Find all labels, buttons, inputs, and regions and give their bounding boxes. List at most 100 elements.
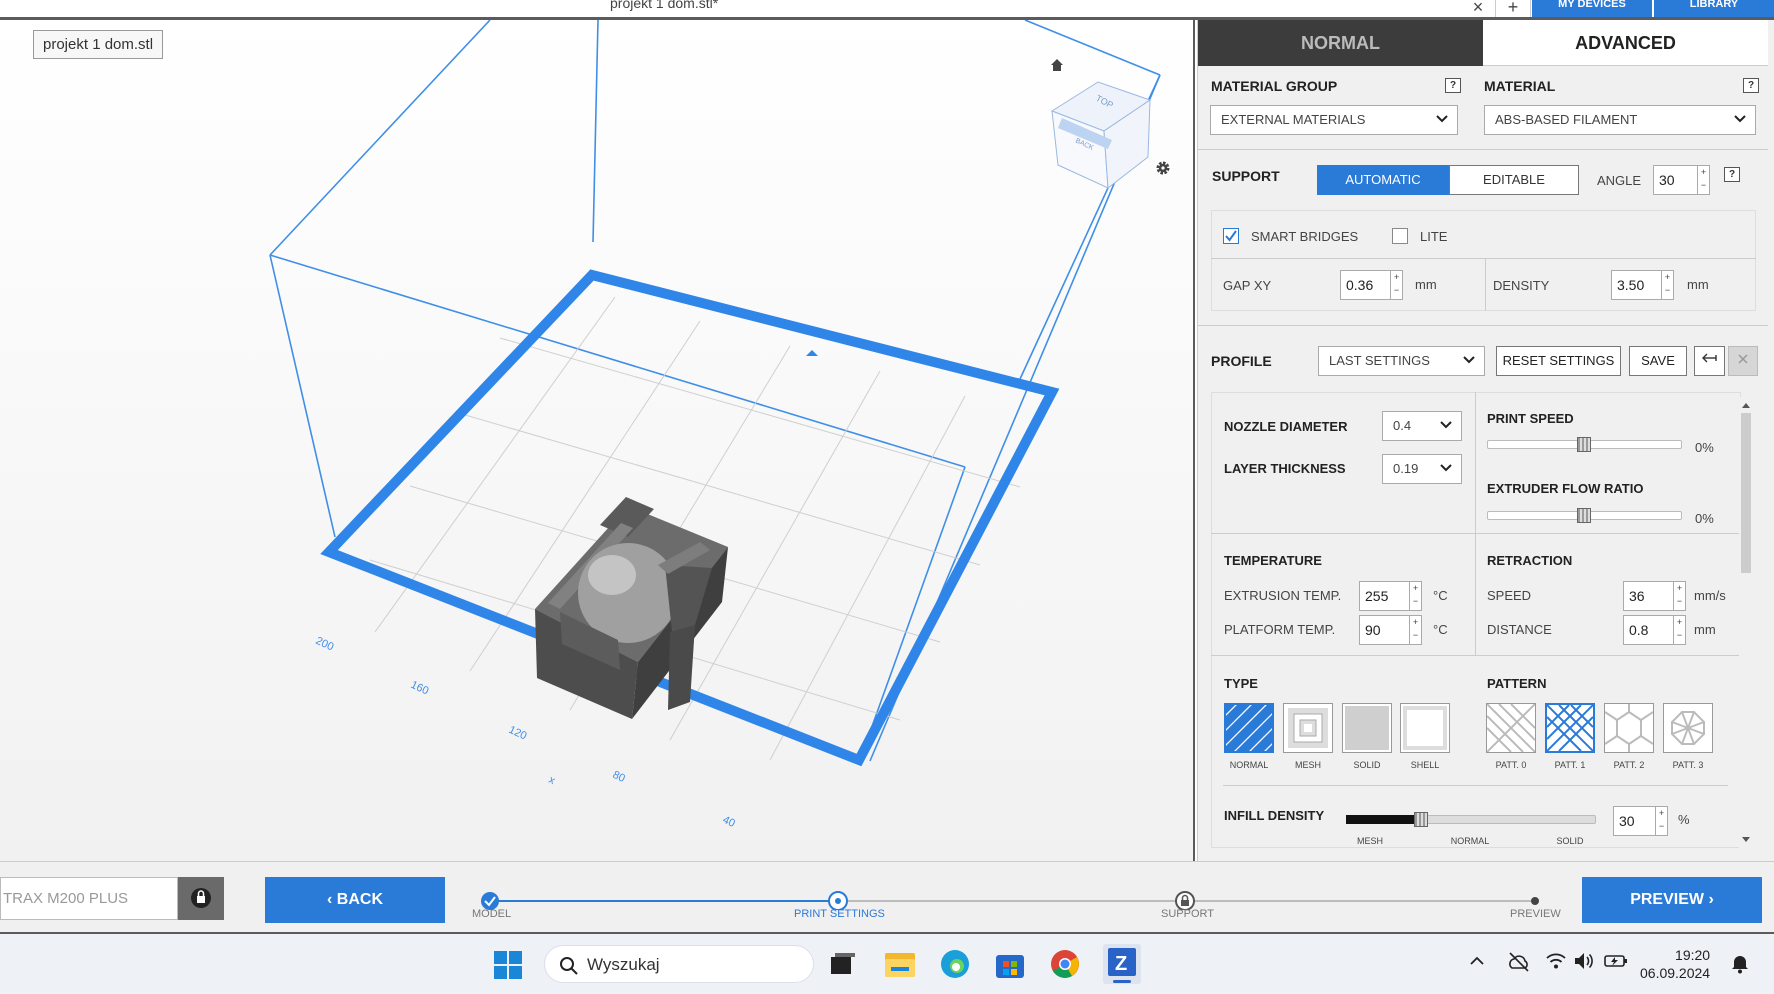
preview-button[interactable]: PREVIEW › xyxy=(1582,877,1762,923)
system-clock[interactable]: 19:20 06.09.2024 xyxy=(1640,946,1710,982)
lite-checkbox[interactable] xyxy=(1392,228,1408,244)
material-group-value: EXTERNAL MATERIALS xyxy=(1221,112,1366,127)
scrollbar-thumb[interactable] xyxy=(1741,413,1751,573)
retraction-distance-stepper[interactable]: + − xyxy=(1673,616,1685,644)
step-print-settings-label[interactable]: PRINT SETTINGS xyxy=(794,908,885,920)
file-name-label: projekt 1 dom.stl xyxy=(33,30,164,59)
build-volume-scene[interactable]: 200 160 120 x 80 40 TOP BACK xyxy=(0,20,1195,861)
home-icon[interactable] xyxy=(1050,58,1064,72)
help-icon[interactable]: ? xyxy=(1743,78,1759,93)
view-cube[interactable]: TOP BACK xyxy=(1050,81,1152,189)
material-value: ABS-BASED FILAMENT xyxy=(1495,112,1638,127)
extrusion-temp-stepper[interactable]: + − xyxy=(1409,582,1421,610)
notification-bell-icon[interactable] xyxy=(1730,952,1750,974)
scroll-down-icon[interactable] xyxy=(1739,835,1753,845)
taskbar-search[interactable]: Wyszukaj xyxy=(544,945,814,983)
smart-bridges-checkbox[interactable] xyxy=(1223,228,1239,244)
windows-start-icon[interactable] xyxy=(493,950,523,980)
task-view-icon[interactable] xyxy=(827,948,859,980)
type-solid-tile[interactable] xyxy=(1342,703,1392,753)
nav-my-devices[interactable]: MY DEVICES xyxy=(1532,0,1652,17)
retraction-speed-stepper[interactable]: + − xyxy=(1673,582,1685,610)
extrusion-temp-value: 255 xyxy=(1365,588,1389,604)
scroll-up-icon[interactable] xyxy=(1739,400,1753,410)
nav-library[interactable]: LIBRARY xyxy=(1654,0,1774,17)
back-button[interactable]: ‹ BACK xyxy=(265,877,445,923)
layer-thickness-select[interactable]: 0.19 xyxy=(1382,454,1462,484)
pattern-3-label: PATT. 3 xyxy=(1672,760,1704,770)
extruder-flow-slider-thumb[interactable] xyxy=(1577,508,1591,523)
battery-charging-icon[interactable] xyxy=(1603,950,1629,972)
gap-xy-unit: mm xyxy=(1415,277,1437,292)
retraction-distance-input[interactable]: 0.8 + − xyxy=(1623,615,1686,645)
lock-device-button[interactable] xyxy=(178,877,224,920)
edge-browser-icon[interactable] xyxy=(938,947,972,981)
zortrax-z-suite-icon[interactable]: Z xyxy=(1103,944,1141,984)
infill-density-thumb[interactable] xyxy=(1414,812,1428,827)
material-select[interactable]: ABS-BASED FILAMENT xyxy=(1484,105,1756,135)
infill-density-stepper[interactable]: + − xyxy=(1655,807,1667,835)
support-editable-button[interactable]: EDITABLE xyxy=(1449,165,1579,195)
infill-mark-mesh: MESH xyxy=(1356,836,1383,846)
add-tab-button[interactable]: + xyxy=(1495,0,1531,17)
help-icon[interactable]: ? xyxy=(1445,78,1461,93)
reset-settings-button[interactable]: RESET SETTINGS xyxy=(1496,346,1621,376)
file-explorer-icon[interactable] xyxy=(883,947,917,981)
material-group-select[interactable]: EXTERNAL MATERIALS xyxy=(1210,105,1458,135)
delete-profile-button[interactable] xyxy=(1728,346,1758,376)
close-icon xyxy=(1738,354,1748,364)
import-profile-button[interactable] xyxy=(1694,346,1725,376)
chevron-left-icon: ‹ xyxy=(327,891,337,908)
wifi-icon[interactable] xyxy=(1545,950,1567,972)
angle-stepper[interactable]: + − xyxy=(1697,166,1709,194)
type-shell-tile[interactable] xyxy=(1400,703,1450,753)
print-speed-slider-thumb[interactable] xyxy=(1577,437,1591,452)
microsoft-store-icon[interactable] xyxy=(993,947,1027,981)
extrusion-temp-label: EXTRUSION TEMP. xyxy=(1224,588,1342,603)
close-tab-button[interactable]: × xyxy=(1461,0,1495,17)
platform-temp-stepper[interactable]: + − xyxy=(1409,616,1421,644)
type-mesh-tile[interactable] xyxy=(1283,703,1333,753)
extrusion-temp-input[interactable]: 255 + − xyxy=(1359,581,1422,611)
pattern-0-tile[interactable] xyxy=(1486,703,1536,753)
density-input[interactable]: 3.50 + − xyxy=(1611,270,1674,300)
gap-xy-stepper[interactable]: + − xyxy=(1390,271,1402,299)
printed-model[interactable] xyxy=(535,497,728,719)
density-stepper[interactable]: + − xyxy=(1661,271,1673,299)
angle-input[interactable]: 30 + − xyxy=(1653,165,1710,195)
pattern-3-tile[interactable] xyxy=(1663,703,1713,753)
pattern-1-tile[interactable] xyxy=(1545,703,1595,753)
show-hidden-icons-chevron[interactable] xyxy=(1470,956,1484,966)
chrome-browser-icon[interactable] xyxy=(1048,947,1082,981)
search-icon xyxy=(560,957,578,975)
pattern-2-tile[interactable] xyxy=(1604,703,1654,753)
retraction-speed-input[interactable]: 36 + − xyxy=(1623,581,1686,611)
step-preview-label[interactable]: PREVIEW xyxy=(1510,908,1561,920)
step-model-label[interactable]: MODEL xyxy=(472,908,511,920)
settings-scrollbar[interactable] xyxy=(1739,397,1753,848)
nozzle-diameter-select[interactable]: 0.4 xyxy=(1382,411,1462,441)
profile-select[interactable]: LAST SETTINGS xyxy=(1318,346,1485,376)
3d-viewport[interactable]: 200 160 120 x 80 40 TOP BACK projekt 1 d… xyxy=(0,20,1195,861)
gap-xy-label: GAP XY xyxy=(1223,278,1272,293)
type-normal-tile[interactable] xyxy=(1220,699,1277,756)
gap-xy-input[interactable]: 0.36 + − xyxy=(1340,270,1403,300)
tab-advanced[interactable]: ADVANCED xyxy=(1483,20,1768,66)
device-name-field[interactable]: TRAX M200 PLUS xyxy=(0,877,178,920)
step-preview-dot[interactable] xyxy=(1531,897,1539,905)
onedrive-offline-icon[interactable] xyxy=(1507,950,1531,974)
title-bar: projekt 1 dom.stl* × + MY DEVICES LIBRAR… xyxy=(0,0,1774,20)
platform-temp-input[interactable]: 90 + − xyxy=(1359,615,1422,645)
help-icon[interactable]: ? xyxy=(1724,167,1740,182)
support-automatic-button[interactable]: AUTOMATIC xyxy=(1317,165,1449,195)
pattern-1-label: PATT. 1 xyxy=(1554,760,1586,770)
volume-icon[interactable] xyxy=(1573,950,1595,972)
step-support-label[interactable]: SUPPORT xyxy=(1161,908,1214,920)
retraction-distance-label: DISTANCE xyxy=(1487,622,1552,637)
save-profile-button[interactable]: SAVE xyxy=(1629,346,1687,376)
tab-normal[interactable]: NORMAL xyxy=(1198,20,1483,66)
retraction-label: RETRACTION xyxy=(1487,553,1573,568)
gear-icon[interactable] xyxy=(1155,160,1171,176)
infill-density-input[interactable]: 30 + − xyxy=(1613,806,1668,836)
support-label: SUPPORT xyxy=(1212,168,1280,184)
